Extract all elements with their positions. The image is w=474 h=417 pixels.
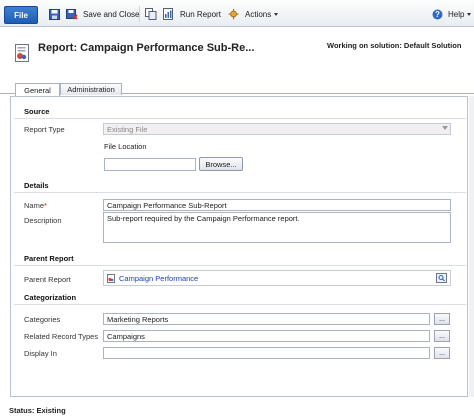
solution-indicator: Working on solution: Default Solution [327, 41, 462, 50]
name-input[interactable]: Campaign Performance Sub-Report [103, 199, 451, 211]
report-icon [107, 273, 115, 283]
report-type-label: Report Type [24, 125, 65, 134]
report-type-select[interactable]: Existing File [103, 123, 451, 135]
page-title: Report: Campaign Performance Sub-Re... [38, 42, 255, 54]
browse-button[interactable]: Browse... [199, 157, 243, 171]
display-in-label: Display In [24, 349, 57, 358]
lookup-icon[interactable] [436, 273, 447, 283]
save-and-close-button[interactable]: Save and Close [66, 7, 139, 21]
chevron-down-icon [274, 12, 279, 16]
name-label: Name* [24, 201, 47, 210]
copy-icon [145, 8, 157, 20]
status-bar-text: Status: Existing [9, 406, 66, 415]
tab-administration[interactable]: Administration [60, 83, 122, 95]
actions-label: Actions [245, 9, 272, 19]
section-source-heading: Source [24, 107, 50, 116]
help-label: Help [448, 9, 465, 19]
section-divider [14, 118, 466, 119]
section-divider [14, 265, 466, 266]
save-button[interactable] [48, 7, 65, 21]
name-label-text: Name [24, 201, 45, 210]
chevron-down-icon [442, 126, 448, 130]
file-button[interactable]: File [4, 6, 38, 24]
description-label: Description [24, 216, 62, 225]
section-parent-heading: Parent Report [24, 254, 74, 263]
display-in-input[interactable] [103, 347, 430, 359]
required-marker: * [44, 201, 47, 210]
help-icon: ? [431, 8, 443, 20]
section-divider [14, 192, 466, 193]
run-report-label: Run Report [180, 9, 221, 19]
section-divider [14, 304, 466, 305]
file-location-label: File Location [104, 142, 147, 151]
record-header [0, 28, 474, 80]
report-type-value: Existing File [107, 124, 148, 134]
display-in-picker-button[interactable]: ... [434, 347, 450, 359]
section-details-heading: Details [24, 181, 49, 190]
related-record-types-picker-button[interactable]: ... [434, 330, 450, 342]
categories-input[interactable]: Marketing Reports [103, 313, 430, 325]
tab-general[interactable]: General [15, 83, 60, 96]
report-icon [15, 44, 30, 63]
save-close-icon [66, 8, 78, 20]
run-report-button[interactable]: Run Report [163, 7, 221, 21]
parent-report-link[interactable]: Campaign Performance [119, 274, 198, 283]
save-icon [48, 8, 60, 20]
save-and-close-label: Save and Close [83, 9, 140, 19]
ribbon-separator [139, 6, 140, 22]
categories-label: Categories [24, 315, 61, 324]
categories-picker-button[interactable]: ... [434, 313, 450, 325]
description-textarea[interactable]: Sub-report required by the Campaign Perf… [103, 212, 451, 243]
run-report-icon [163, 8, 175, 20]
copy-button[interactable] [145, 7, 162, 21]
parent-report-lookup[interactable]: Campaign Performance [103, 270, 451, 286]
ribbon: File Save and Close Run Report Actions ? [0, 0, 474, 27]
chevron-down-icon [467, 12, 472, 16]
section-categorization-heading: Categorization [24, 293, 77, 302]
related-record-types-input[interactable]: Campaigns [103, 330, 430, 342]
related-record-types-label: Related Record Types [24, 332, 99, 341]
svg-text:?: ? [435, 10, 440, 19]
file-location-input[interactable] [104, 158, 196, 171]
scrollbar[interactable] [469, 96, 474, 397]
help-button[interactable]: ? Help [431, 7, 472, 21]
actions-icon [228, 8, 240, 20]
actions-button[interactable]: Actions [228, 7, 279, 21]
parent-report-label: Parent Report [24, 275, 71, 284]
